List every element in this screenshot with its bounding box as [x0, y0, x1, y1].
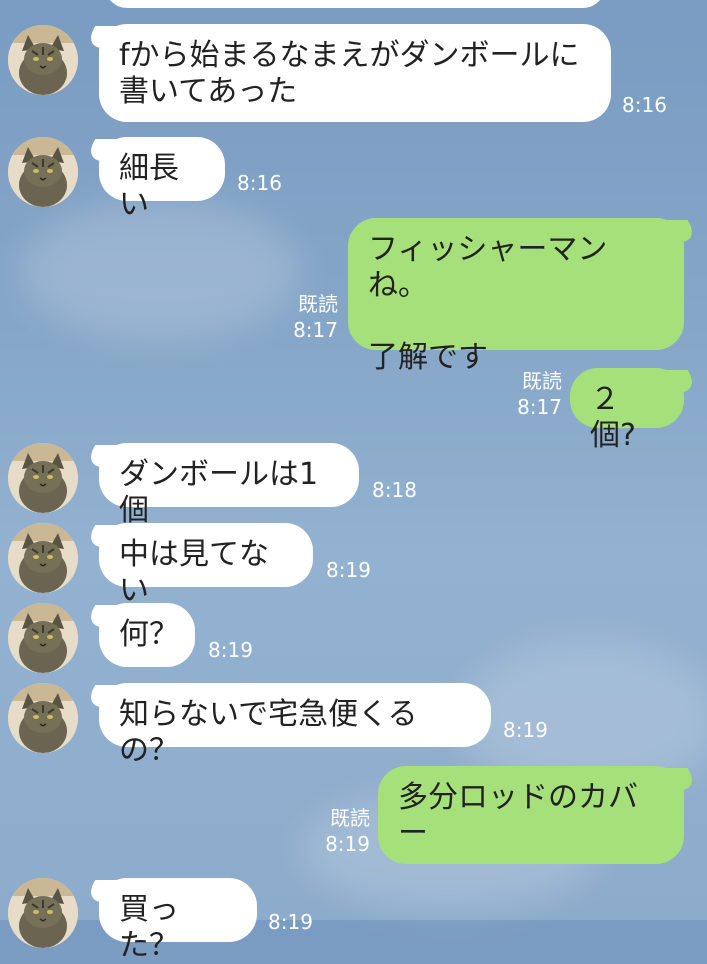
read-receipt: 既読 — [330, 806, 370, 830]
incoming-message-bubble[interactable]: 買った？ — [99, 878, 257, 963]
message-time: 8:19 — [208, 638, 253, 662]
cat-avatar-icon[interactable] — [8, 137, 78, 207]
incoming-message-bubble[interactable]: ダンボールは1個 — [99, 443, 359, 528]
message-time: 8:16 — [622, 93, 667, 117]
message-time: 8:16 — [237, 171, 282, 195]
message-time: 8:19 — [325, 832, 370, 856]
message-time: 8:17 — [293, 318, 338, 342]
outgoing-message-bubble[interactable]: ２個? — [570, 368, 684, 453]
read-status: 既読 8:19 — [308, 805, 370, 857]
cat-avatar-icon[interactable] — [8, 603, 78, 673]
previous-message-bubble — [105, 0, 605, 8]
incoming-message-bubble[interactable]: 中は見てない — [99, 523, 313, 608]
message-time: 8:19 — [268, 910, 313, 934]
incoming-message-bubble[interactable]: 何？ — [99, 603, 195, 667]
incoming-message-bubble[interactable]: 細長い — [99, 137, 225, 222]
message-time: 8:19 — [326, 558, 371, 582]
outgoing-message-bubble[interactable]: フィッシャーマンね。 了解です — [348, 218, 684, 375]
cat-avatar-icon[interactable] — [8, 443, 78, 513]
message-time: 8:17 — [517, 395, 562, 419]
message-time: 8:18 — [372, 478, 417, 502]
message-time: 8:19 — [503, 718, 548, 742]
read-receipt: 既読 — [298, 292, 338, 316]
incoming-message-bubble[interactable]: fから始まるなまえがダンボールに 書いてあった — [99, 24, 611, 122]
incoming-message-bubble[interactable]: 知らないで宅急便くるの？ — [99, 683, 491, 768]
cat-avatar-icon[interactable] — [8, 683, 78, 753]
read-receipt: 既読 — [522, 369, 562, 393]
read-status: 既読 8:17 — [500, 368, 562, 420]
read-status: 既読 8:17 — [276, 291, 338, 343]
outgoing-message-bubble[interactable]: 多分ロッドのカバー — [378, 766, 684, 864]
cat-avatar-icon[interactable] — [8, 25, 78, 95]
cat-avatar-icon[interactable] — [8, 523, 78, 593]
cat-avatar-icon[interactable] — [8, 878, 78, 948]
